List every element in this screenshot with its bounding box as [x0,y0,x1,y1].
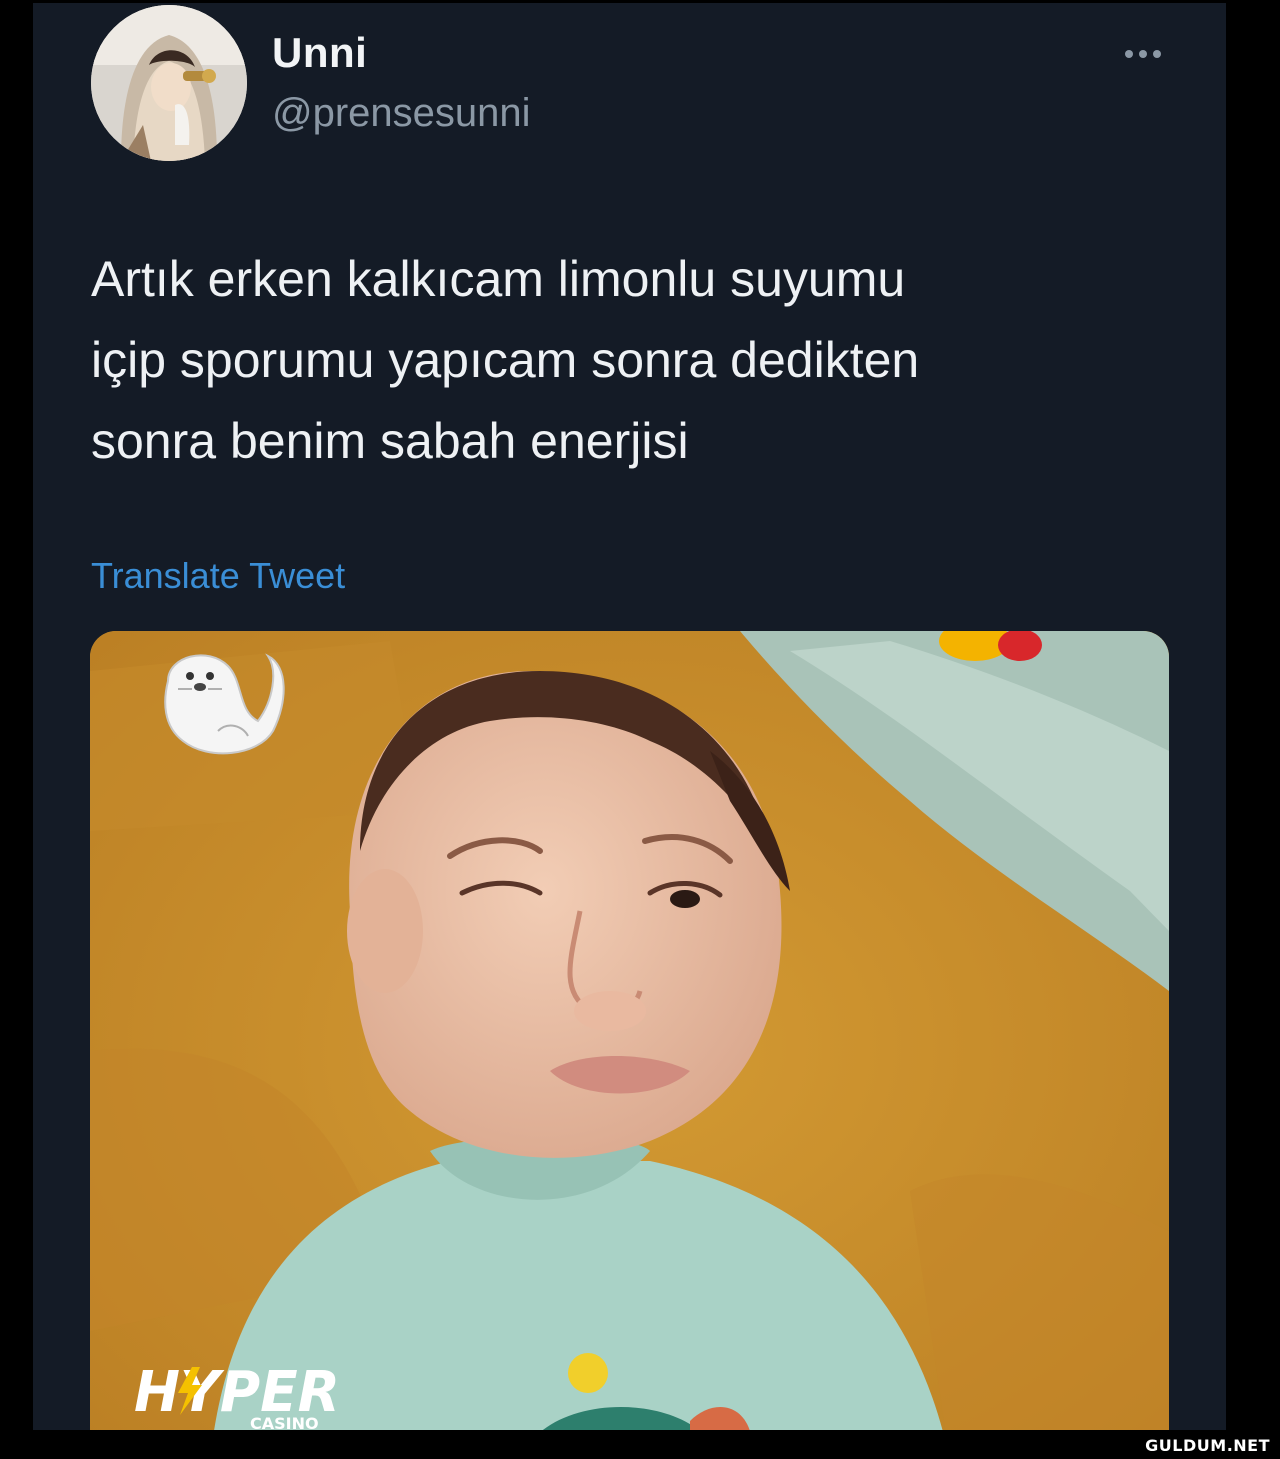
more-dot [1125,50,1133,58]
tweet-text: Artık erken kalkıcam limonlu suyumu içip… [91,251,920,469]
tweet-media-image[interactable] [90,631,1169,1430]
seal-emoji-icon [148,641,288,761]
tweet-card: Unni @prensesunni Artık erken kalkıcam l… [33,3,1226,1430]
casino-logo: HYPER CASINO [130,1357,348,1430]
more-dot [1139,50,1147,58]
user-handle[interactable]: @prensesunni [272,91,531,136]
avatar[interactable] [91,5,247,161]
translate-tweet-link[interactable]: Translate Tweet [91,555,345,597]
more-dot [1153,50,1161,58]
more-options-icon[interactable] [1113,39,1173,69]
logo-sub: CASINO [250,1414,319,1430]
site-watermark: GULDUM.NET [1145,1436,1270,1455]
display-name[interactable]: Unni [272,29,367,77]
